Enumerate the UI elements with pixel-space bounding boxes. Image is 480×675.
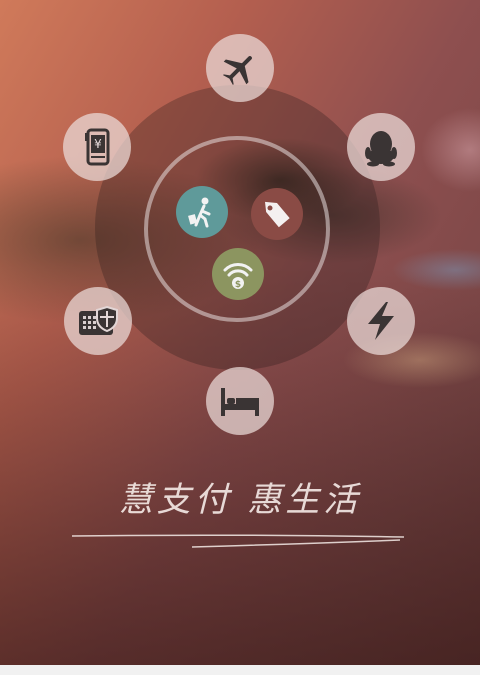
travel-button[interactable] — [176, 186, 228, 238]
mobile-payment-button[interactable]: ¥ — [63, 113, 131, 181]
wifi-dollar-icon: $ — [220, 256, 256, 292]
bed-icon — [218, 384, 262, 418]
hotel-button[interactable] — [206, 367, 274, 435]
lightning-icon — [364, 300, 398, 342]
bottom-edge — [0, 665, 480, 675]
slogan-text: 慧支付 惠生活 — [118, 480, 362, 520]
price-tag-icon — [260, 197, 294, 231]
tag-button[interactable] — [251, 188, 303, 240]
slogan-underline — [71, 534, 405, 548]
svg-text:¥: ¥ — [94, 137, 102, 151]
mobile-payment-icon: ¥ — [79, 127, 115, 167]
lightning-button[interactable] — [347, 287, 415, 355]
flight-button[interactable] — [206, 34, 274, 102]
svg-text:$: $ — [235, 280, 241, 290]
card-security-button[interactable] — [64, 287, 132, 355]
wifi-pay-button[interactable]: $ — [212, 248, 264, 300]
airplane-icon — [220, 48, 260, 88]
card-security-icon — [77, 303, 119, 339]
qq-penguin-icon — [362, 127, 400, 167]
traveler-luggage-icon — [185, 195, 219, 229]
qq-button[interactable] — [347, 113, 415, 181]
